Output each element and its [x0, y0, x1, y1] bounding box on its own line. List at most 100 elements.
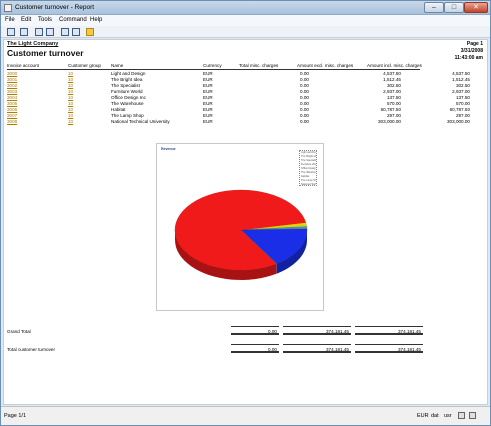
first-page-icon[interactable] [35, 28, 43, 36]
currency: EUR [203, 113, 213, 118]
misc-charges: 0.00 [300, 83, 309, 88]
customer-group-link[interactable]: 10 [68, 77, 73, 82]
amount-excl: 570.00 [386, 101, 401, 106]
customer-group-link[interactable]: 10 [68, 83, 73, 88]
amount-incl: 137.50 [455, 95, 470, 100]
col-name: Name [111, 63, 124, 68]
table-row: 3008 10 National Technical University EUR 0.… [7, 119, 470, 125]
zoom-icon[interactable] [86, 28, 94, 36]
currency: EUR [203, 101, 213, 106]
report-time: 11:43:00 am [454, 55, 483, 61]
customer-name: The Warehouse [111, 101, 144, 106]
misc-charges: 0.00 [300, 71, 309, 76]
minimize-button[interactable]: – [424, 2, 444, 13]
amount-incl: 303,000.00 [447, 119, 470, 124]
amount-excl: 60,787.50 [380, 107, 401, 112]
amount-incl: 1,512.45 [452, 77, 470, 82]
invoice-account-link[interactable]: 3007 [7, 113, 17, 118]
page-meta: Page 1 3/31/2008 11:43:00 am [455, 41, 483, 62]
maximize-button[interactable]: □ [444, 2, 464, 13]
col-amount-excl: Amount excl. misc. charges [297, 63, 354, 68]
amount-excl: 303,000.00 [378, 119, 401, 124]
invoice-account-link[interactable]: 3004 [7, 95, 17, 100]
customer-group-link[interactable]: 10 [68, 71, 73, 76]
menu-help[interactable]: Help [90, 17, 102, 23]
customer-group-link[interactable]: 10 [68, 89, 73, 94]
status-user: usr [444, 413, 452, 419]
table-body: 3000 10 Light and Design EUR 0.00 4,537.50 4,5… [7, 71, 470, 125]
copy-icon[interactable] [20, 28, 28, 36]
menu-bar: File Edit Tools Command Help [1, 15, 490, 26]
company-name: The Light Company [7, 41, 59, 47]
customer-name: Office Design Inc [111, 95, 146, 100]
currency: EUR [203, 107, 213, 112]
status-company: dat [431, 413, 439, 419]
menu-edit[interactable]: Edit [21, 17, 31, 23]
customer-group-link[interactable]: 10 [68, 101, 73, 106]
report-date: 3/31/2008 [460, 48, 483, 54]
currency: EUR [203, 71, 213, 76]
grand-total-excl: 374,181.45 [283, 326, 351, 335]
currency: EUR [203, 77, 213, 82]
menu-command[interactable]: Command [59, 17, 87, 23]
total-turnover-misc: 0.00 [231, 344, 279, 353]
customer-name: The Bright Idea [111, 77, 143, 82]
amount-excl: 137.50 [386, 95, 401, 100]
customer-group-link[interactable]: 10 [68, 113, 73, 118]
total-turnover-excl: 374,181.45 [283, 344, 351, 353]
amount-incl: 2,937.00 [452, 89, 470, 94]
amount-excl: 1,512.45 [383, 77, 401, 82]
invoice-account-link[interactable]: 3003 [7, 89, 17, 94]
window-title: Customer turnover - Report [15, 4, 95, 11]
customer-name: Furniture World [111, 89, 143, 94]
report-page: The Light Company Customer turnover Page… [3, 39, 488, 405]
table-header: Invoice account Customer group Name Curr… [7, 63, 422, 70]
customer-name: National Technical University [111, 119, 170, 124]
misc-charges: 0.00 [300, 101, 309, 106]
amount-excl: 4,537.50 [383, 71, 401, 76]
amount-excl: 302.50 [386, 83, 401, 88]
title-bar[interactable]: Customer turnover - Report – □ ✕ [1, 1, 490, 15]
revenue-chart: Revenue Light and DesignThe Bright IdeaT… [156, 143, 324, 311]
invoice-account-link[interactable]: 3005 [7, 101, 17, 106]
grand-total-misc: 0.00 [231, 326, 279, 335]
close-button[interactable]: ✕ [464, 2, 488, 13]
menu-tools[interactable]: Tools [38, 17, 52, 23]
amount-excl: 297.00 [386, 113, 401, 118]
amount-excl: 2,937.00 [383, 89, 401, 94]
print-icon[interactable] [7, 28, 15, 36]
print-status-icon[interactable] [458, 412, 465, 419]
amount-incl: 570.00 [455, 101, 470, 106]
currency: EUR [203, 119, 213, 124]
customer-group-link[interactable]: 10 [68, 119, 73, 124]
customer-group-link[interactable]: 10 [68, 95, 73, 100]
last-page-icon[interactable] [72, 28, 80, 36]
grand-total-label: Grand Total [7, 329, 31, 334]
invoice-account-link[interactable]: 3008 [7, 119, 17, 124]
menu-file[interactable]: File [5, 17, 15, 23]
invoice-account-link[interactable]: 3002 [7, 83, 17, 88]
page-number: Page 1 [466, 41, 483, 47]
misc-charges: 0.00 [300, 107, 309, 112]
col-total-misc: Total misc. charges [239, 63, 279, 68]
customer-name: Light and Design [111, 71, 146, 76]
customer-group-link[interactable]: 10 [68, 107, 73, 112]
currency: EUR [203, 95, 213, 100]
total-turnover-label: Total customer turnover [7, 347, 55, 352]
misc-charges: 0.00 [300, 77, 309, 82]
invoice-account-link[interactable]: 3000 [7, 71, 17, 76]
status-bar: Page 1/1 EUR dat usr [1, 406, 490, 425]
grid-status-icon[interactable] [469, 412, 476, 419]
customer-name: The Specialist [111, 83, 140, 88]
misc-charges: 0.00 [300, 113, 309, 118]
amount-incl: 60,787.50 [449, 107, 470, 112]
customer-name: Habitat [111, 107, 126, 112]
misc-charges: 0.00 [300, 119, 309, 124]
next-page-icon[interactable] [61, 28, 69, 36]
invoice-account-link[interactable]: 3001 [7, 77, 17, 82]
prev-page-icon[interactable] [46, 28, 54, 36]
report-app-icon [4, 4, 12, 12]
invoice-account-link[interactable]: 3006 [7, 107, 17, 112]
misc-charges: 0.00 [300, 89, 309, 94]
amount-incl: 302.50 [455, 83, 470, 88]
